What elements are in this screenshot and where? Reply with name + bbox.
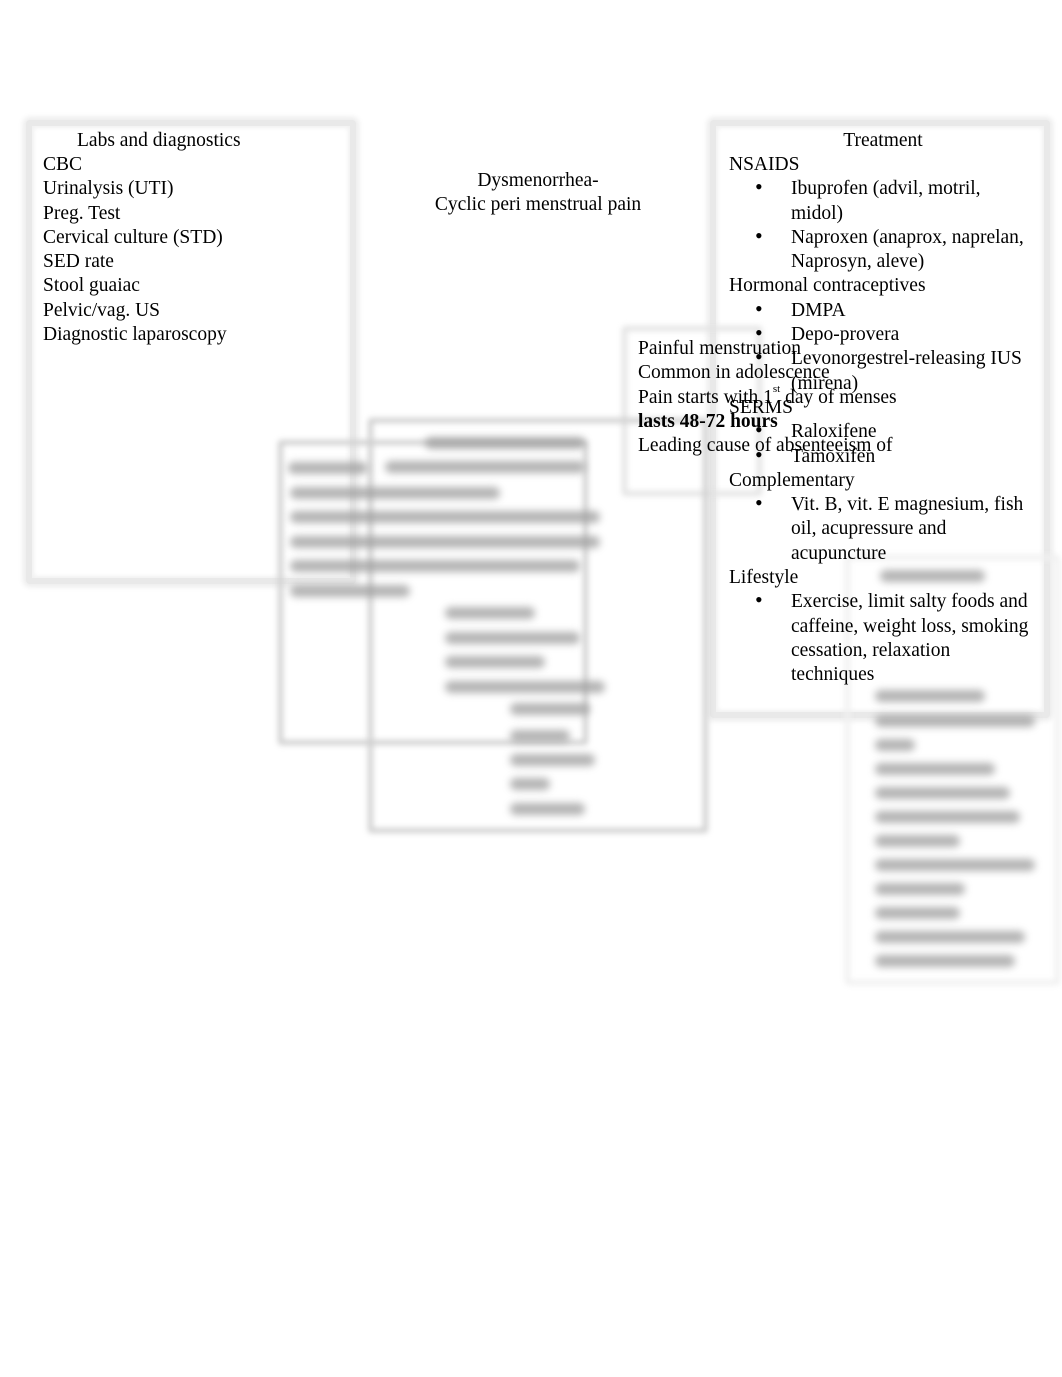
labs-item: Preg. Test: [43, 202, 121, 224]
blurred-box-middle: [368, 418, 708, 833]
labs-item: SED rate: [43, 251, 114, 273]
treatment-item: Exercise, limit salty foods and caffeine…: [729, 588, 1029, 687]
labs-heading: Labs and diagnostics: [77, 130, 241, 151]
labs-item: Stool guaiac: [43, 275, 140, 297]
treatment-item: Vit. B, vit. E magnesium, fish oil, acup…: [729, 491, 1029, 566]
labs-list: CBC Urinalysis (UTI) Preg. Test Cervical cu…: [43, 153, 227, 347]
treatment-group-label: SERMS: [729, 396, 793, 418]
treatment-group-label: Hormonal contraceptives: [729, 275, 926, 297]
treatment-item: Levonorgestrel-releasing IUS (mirena): [729, 345, 1029, 396]
treatment-group-label: Lifestyle: [729, 567, 799, 589]
treatment-item: Ibuprofen (advil, motril, midol): [729, 175, 1029, 226]
treatment-item: DMPA: [729, 297, 1029, 323]
labs-item: Cervical culture (STD): [43, 226, 223, 248]
treatment-group-label: Complementary: [729, 469, 855, 491]
treatment-item: Depo-provera: [729, 321, 1029, 347]
treatment-group-items: Vit. B, vit. E magnesium, fish oil, acup…: [729, 491, 1029, 566]
labs-item: Diagnostic laparoscopy: [43, 324, 227, 346]
treatment-group-items: RaloxifeneTamoxifen: [729, 418, 1029, 469]
treatment-group-items: Ibuprofen (advil, motril, midol)Naproxen…: [729, 175, 1029, 275]
labs-item: Pelvic/vag. US: [43, 299, 160, 321]
treatment-group-label: NSAIDS: [729, 154, 800, 175]
center-title-line1: Dysmenorrhea-: [477, 170, 599, 191]
labs-item: CBC: [43, 154, 83, 175]
treatment-item: Tamoxifen: [729, 443, 1029, 469]
center-title: Dysmenorrhea- Cyclic peri menstrual pain: [400, 169, 676, 218]
treatment-list: NSAIDSIbuprofen (advil, motril, midol)Na…: [729, 153, 1029, 688]
treatment-heading: Treatment: [843, 130, 923, 151]
center-title-line2: Cyclic peri menstrual pain: [434, 194, 642, 216]
treatment-group-items: DMPADepo-proveraLevonorgestrel-releasing…: [729, 297, 1029, 396]
treatment-item: Naproxen (anaprox, naprelan, Naprosyn, a…: [729, 224, 1029, 275]
labs-item: Urinalysis (UTI): [43, 178, 174, 200]
treatment-group-items: Exercise, limit salty foods and caffeine…: [729, 588, 1029, 687]
treatment-item: Raloxifene: [729, 418, 1029, 444]
